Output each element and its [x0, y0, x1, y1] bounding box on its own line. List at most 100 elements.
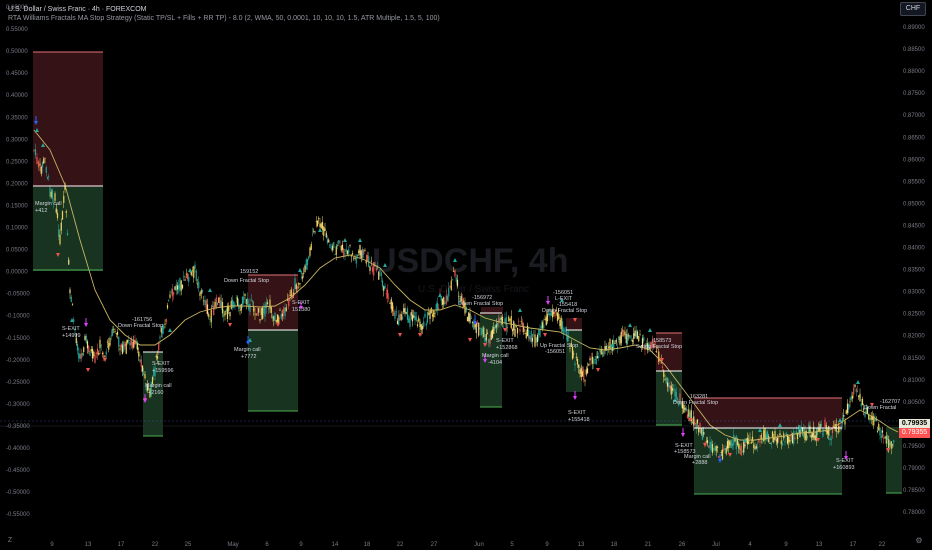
current-price-label-2: 0.79355	[899, 428, 930, 438]
candle-body	[120, 343, 122, 348]
candle-body	[518, 320, 520, 322]
candle-body	[320, 223, 322, 229]
candle-body	[114, 331, 116, 333]
candle-body	[544, 319, 546, 321]
candle-body	[401, 316, 404, 320]
candle-body	[375, 268, 377, 271]
candle-body	[335, 246, 337, 255]
candle-body	[854, 384, 856, 387]
left-axis-tick: -0.30000	[6, 402, 30, 408]
candle-body	[659, 362, 661, 364]
candle-body	[729, 441, 731, 446]
trade-annotation: Down Fractal Stop	[118, 323, 163, 329]
candle-body	[824, 419, 826, 427]
candle-body	[216, 303, 219, 305]
candle-body	[630, 339, 632, 341]
zoom-reset-icon[interactable]: Z	[5, 536, 15, 546]
candle-body	[598, 356, 600, 358]
left-axis-tick: -0.55000	[6, 512, 30, 518]
candle-body	[781, 443, 784, 446]
candle-body	[775, 439, 777, 442]
candle-body	[98, 352, 100, 355]
candle-body	[273, 316, 275, 321]
candle-body	[44, 157, 46, 159]
candle-body	[843, 414, 845, 417]
candle-body	[539, 328, 541, 337]
candle-body	[861, 398, 864, 406]
candle-body	[700, 427, 702, 434]
candle-body	[488, 339, 490, 343]
candle-body	[739, 448, 741, 450]
candle-body	[271, 316, 274, 319]
right-axis-tick: 0.85000	[903, 201, 925, 207]
candle-body	[379, 269, 381, 272]
trade-annotation: S-EXIT	[292, 300, 310, 306]
candle-body	[890, 441, 892, 449]
price-chart[interactable]: USDCHF, 4h U.S. Dollar / Swiss Franc Marg…	[0, 0, 932, 550]
candle-body	[618, 336, 620, 341]
trade-annotation: Margin call	[145, 383, 172, 389]
candle-body	[400, 314, 402, 320]
candle-body	[214, 302, 216, 307]
candle-body	[485, 334, 487, 341]
candle-body	[635, 330, 637, 338]
trade-annotation: Margin call	[234, 347, 261, 353]
candle-body	[780, 440, 782, 445]
candle-body	[108, 343, 110, 350]
candle-body	[575, 357, 577, 359]
candle-body	[79, 354, 81, 360]
candle-body	[530, 331, 532, 342]
candle-body	[726, 441, 729, 449]
candle-body	[159, 336, 161, 339]
candle-body	[540, 325, 542, 329]
candle-body	[341, 244, 344, 250]
candle-body	[211, 305, 214, 308]
trade-zone	[481, 307, 503, 315]
candle-body	[255, 314, 257, 316]
candle-body	[169, 294, 171, 298]
candle-body	[541, 322, 544, 329]
candle-body	[105, 351, 107, 355]
candle-body	[776, 438, 779, 444]
candle-body	[723, 448, 725, 450]
candle-body	[41, 161, 44, 168]
strategy-title[interactable]: RTA Williams Fractals MA Stop Strategy (…	[8, 14, 440, 23]
candle-body	[419, 321, 421, 328]
left-axis-tick: -0.40000	[6, 446, 30, 452]
trade-annotation: +159596	[152, 368, 174, 374]
candle-body	[276, 314, 279, 323]
candle-body	[655, 351, 657, 353]
candle-body	[319, 223, 321, 227]
candle-body	[661, 366, 664, 368]
candle-body	[709, 441, 711, 449]
candle-body	[274, 313, 276, 320]
candle-body	[601, 352, 604, 354]
currency-button[interactable]: CHF	[900, 2, 926, 16]
left-axis-tick: -0.45000	[6, 468, 30, 474]
candle-body	[316, 220, 319, 226]
candle-body	[893, 440, 895, 443]
candle-body	[223, 313, 225, 317]
candle-body	[806, 436, 809, 438]
candle-body	[639, 334, 641, 336]
candle-body	[209, 318, 211, 320]
left-axis-tick: 0.25000	[6, 159, 28, 165]
candle-body	[616, 346, 619, 348]
candle-body	[224, 311, 226, 316]
candle-body	[629, 335, 631, 339]
candle-body	[170, 291, 172, 293]
candle-body	[266, 302, 269, 304]
time-axis-tick: 22	[879, 542, 886, 548]
candle-body	[880, 435, 882, 439]
candle-body	[94, 354, 96, 364]
candle-body	[435, 303, 437, 310]
candle-body	[504, 318, 506, 323]
candle-body	[86, 341, 89, 349]
candle-body	[609, 339, 611, 350]
gear-icon[interactable]: ⚙	[914, 536, 924, 546]
candle-body	[725, 448, 727, 454]
candle-body	[71, 303, 74, 305]
candle-body	[468, 312, 470, 322]
candle-body	[754, 447, 756, 450]
candle-body	[740, 445, 742, 456]
